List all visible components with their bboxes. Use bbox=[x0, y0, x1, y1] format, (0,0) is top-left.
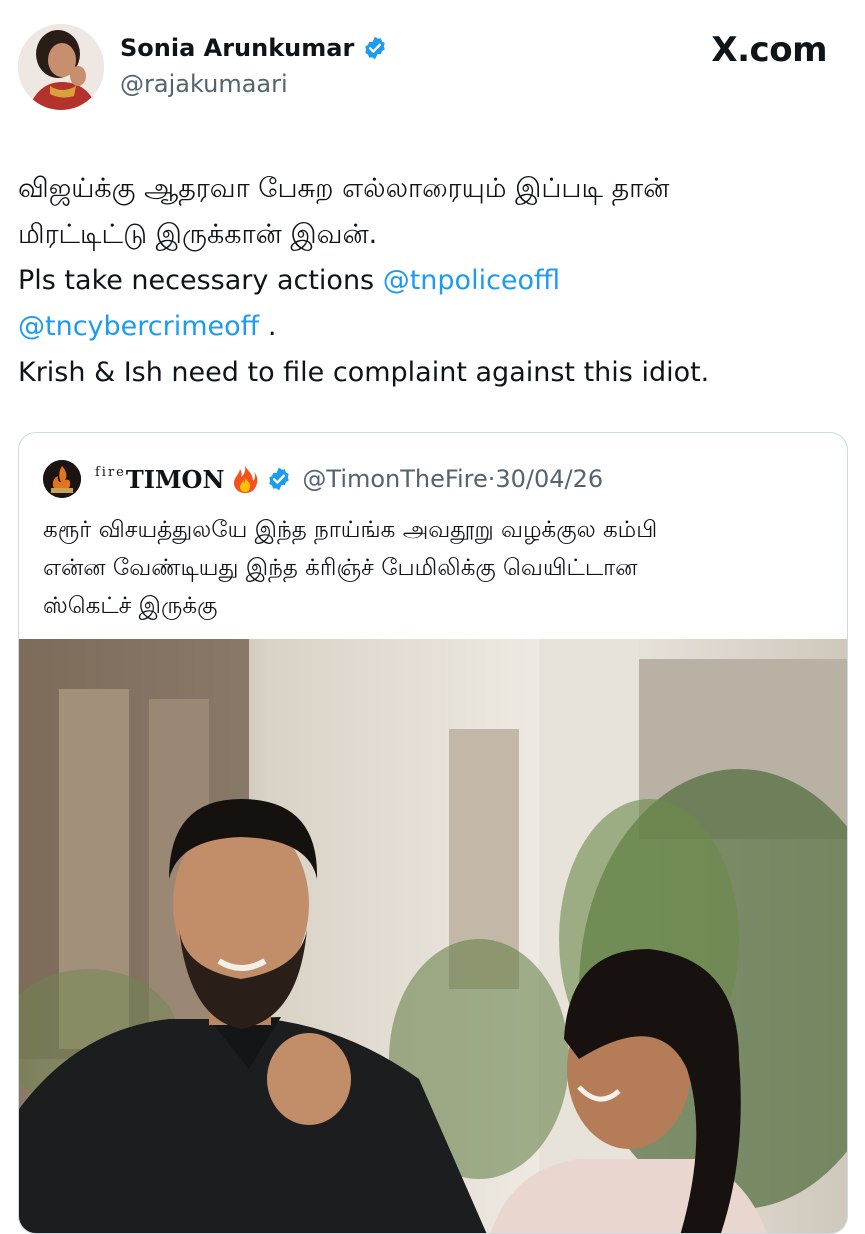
tweet-line-4: @tncybercrimeoff . bbox=[18, 304, 848, 350]
quoted-line-1: கரூர் விசயத்துலயே இந்த நாய்ங்க அவதூறு வழ… bbox=[43, 517, 658, 543]
quoted-line-2: என்ன வேண்டியது இந்த க்ரிஞ்ச் பேமிலிக்கு … bbox=[43, 555, 638, 581]
quoted-author-avatar[interactable] bbox=[43, 460, 81, 498]
tweet-line-2: மிரட்டிட்டு இருக்கான் இவன். bbox=[18, 219, 378, 250]
quoted-author-name-prefix: fire bbox=[95, 464, 126, 480]
tweet-line-1: விஜய்க்கு ஆதரவா பேசுற எல்லாரையும் இப்படி… bbox=[18, 173, 670, 204]
quoted-author-name-main: TIMON bbox=[125, 464, 225, 494]
author-name-text: Sonia Arunkumar bbox=[120, 34, 355, 62]
author-avatar[interactable] bbox=[18, 24, 104, 110]
tweet-line-4-suffix: . bbox=[259, 311, 277, 342]
quoted-author-name[interactable]: fireTIMON bbox=[95, 465, 224, 494]
quoted-author-handle[interactable]: @TimonTheFire bbox=[302, 465, 487, 493]
quoted-separator: · bbox=[487, 465, 496, 493]
tweet-line-3-text: Pls take necessary actions bbox=[18, 265, 383, 296]
mention-tncybercrimeoff[interactable]: @tncybercrimeoff bbox=[18, 311, 259, 342]
author-name[interactable]: Sonia Arunkumar bbox=[120, 34, 388, 62]
tweet-header: Sonia Arunkumar @rajakumaari X.com bbox=[0, 0, 865, 120]
quoted-media-image[interactable] bbox=[19, 639, 847, 1233]
tweet-line-5: Krish & Ish need to file complaint again… bbox=[18, 357, 710, 388]
fire-emoji-icon bbox=[234, 465, 258, 493]
author-handle[interactable]: @rajakumaari bbox=[120, 70, 288, 98]
tweet-line-3: Pls take necessary actions @tnpoliceoffl bbox=[18, 258, 848, 304]
quoted-verified-badge-icon bbox=[269, 467, 290, 491]
quoted-tweet-header: fireTIMON @TimonTheFire · 30/04/26 bbox=[43, 459, 603, 499]
x-logo: X.com bbox=[711, 30, 827, 70]
quoted-tweet-card[interactable]: fireTIMON @TimonTheFire · 30/04/26 கரூர்… bbox=[18, 432, 848, 1234]
tweet-body: விஜய்க்கு ஆதரவா பேசுற எல்லாரையும் இப்படி… bbox=[18, 166, 848, 396]
quoted-line-3: ஸ்கெட்ச் இருக்கு bbox=[43, 593, 218, 619]
quoted-tweet-body: கரூர் விசயத்துலயே இந்த நாய்ங்க அவதூறு வழ… bbox=[43, 511, 833, 625]
mention-tnpoliceoffl[interactable]: @tnpoliceoffl bbox=[383, 265, 560, 296]
quoted-date[interactable]: 30/04/26 bbox=[495, 465, 603, 493]
verified-badge-icon bbox=[365, 36, 386, 60]
